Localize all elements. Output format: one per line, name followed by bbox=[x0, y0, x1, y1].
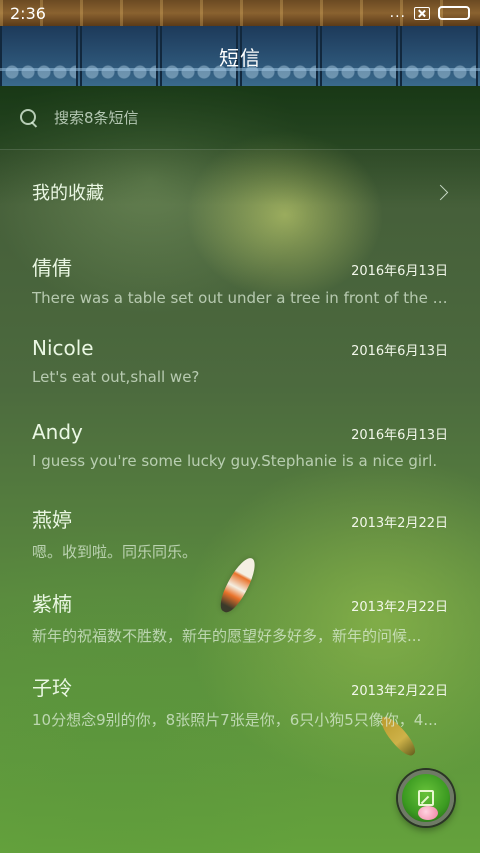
conversation-item[interactable]: 紫楠 2013年2月22日 新年的祝福数不胜数，新年的愿望好多好多，新年的问候.… bbox=[0, 570, 480, 654]
battery-icon bbox=[438, 6, 470, 20]
status-time: 2:36 bbox=[10, 3, 46, 23]
conversation-item[interactable]: 倩倩 2016年6月13日 There was a table set out … bbox=[0, 234, 480, 318]
message-preview: 10分想念9别的你，8张照片7张是你，6只小狗5只像你，4... bbox=[32, 711, 438, 729]
message-preview: There was a table set out under a tree i… bbox=[32, 289, 448, 307]
message-preview: 嗯。收到啦。同乐同乐。 bbox=[32, 543, 198, 561]
message-preview: 新年的祝福数不胜数，新年的愿望好多好多，新年的问候... bbox=[32, 627, 422, 645]
contact-name: Nicole bbox=[32, 336, 94, 360]
more-dots-icon: ... bbox=[389, 5, 406, 21]
message-date: 2013年2月22日 bbox=[351, 516, 448, 531]
conversation-item[interactable]: Nicole 2016年6月13日 Let's eat out,shall we… bbox=[0, 318, 480, 402]
contact-name: Andy bbox=[32, 420, 83, 444]
search-input[interactable]: 搜索8条短信 bbox=[54, 107, 139, 128]
message-preview: I guess you're some lucky guy.Stephanie … bbox=[32, 452, 438, 470]
message-date: 2013年2月22日 bbox=[351, 684, 448, 699]
search-icon bbox=[20, 108, 38, 127]
message-date: 2016年6月13日 bbox=[351, 264, 448, 279]
search-bar[interactable]: 搜索8条短信 bbox=[0, 86, 480, 150]
flower-petal-decoration bbox=[418, 806, 438, 820]
contact-name: 紫楠 bbox=[32, 592, 72, 616]
message-date: 2016年6月13日 bbox=[351, 428, 448, 443]
contact-name: 子玲 bbox=[32, 676, 72, 700]
sim-card-icon bbox=[414, 6, 430, 20]
conversation-item[interactable]: 子玲 2013年2月22日 10分想念9别的你，8张照片7张是你，6只小狗5只像… bbox=[0, 654, 480, 738]
message-preview: Let's eat out,shall we? bbox=[32, 368, 200, 386]
conversation-item[interactable]: 燕婷 2013年2月22日 嗯。收到啦。同乐同乐。 bbox=[0, 486, 480, 570]
message-date: 2013年2月22日 bbox=[351, 600, 448, 615]
compose-icon bbox=[418, 790, 434, 806]
favorites-label: 我的收藏 bbox=[32, 183, 104, 204]
chevron-right-icon bbox=[432, 184, 449, 200]
conversation-item[interactable]: Andy 2016年6月13日 I guess you're some luck… bbox=[0, 402, 480, 486]
status-bar: 2:36 ... bbox=[0, 0, 480, 26]
page-title: 短信 bbox=[219, 45, 261, 70]
status-icons: ... bbox=[390, 5, 470, 21]
message-date: 2016年6月13日 bbox=[351, 344, 448, 359]
title-bar: 短信 bbox=[0, 26, 480, 86]
conversation-list: 倩倩 2016年6月13日 There was a table set out … bbox=[0, 234, 480, 738]
contact-name: 燕婷 bbox=[32, 508, 72, 532]
contact-name: 倩倩 bbox=[32, 256, 72, 280]
favorites-row[interactable]: 我的收藏 bbox=[0, 150, 480, 234]
